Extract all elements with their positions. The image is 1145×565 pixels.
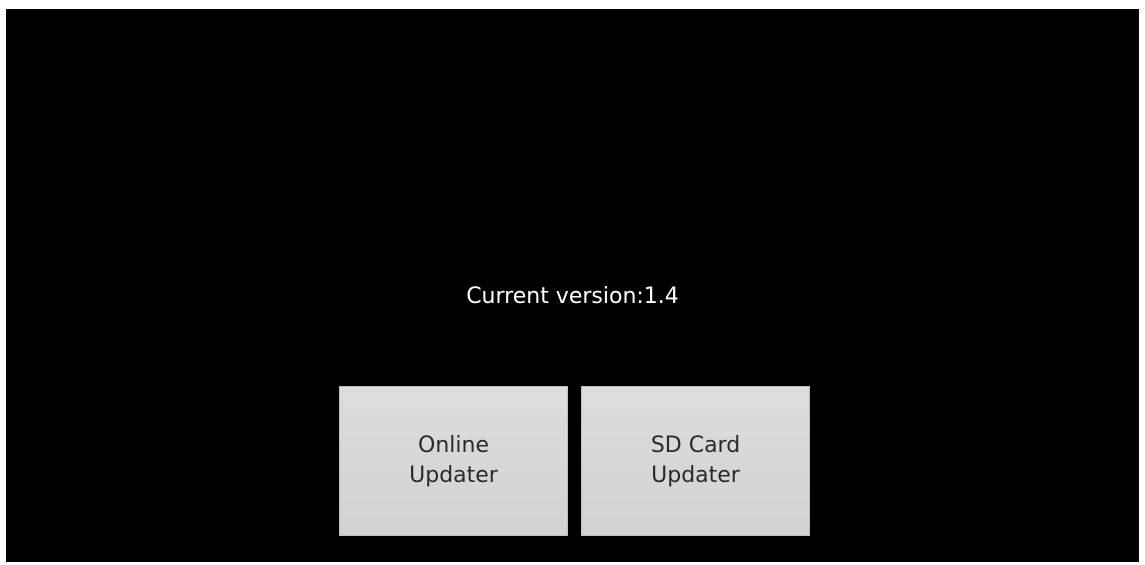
current-version-label: Current version:1.4 bbox=[466, 284, 679, 309]
online-updater-button[interactable]: Online Updater bbox=[339, 386, 568, 536]
online-updater-button-label: Online Updater bbox=[409, 433, 498, 488]
updater-screen: Current version:1.4 Online Updater SD Ca… bbox=[6, 9, 1139, 562]
sd-card-updater-button[interactable]: SD Card Updater bbox=[581, 386, 810, 536]
window-frame: Current version:1.4 Online Updater SD Ca… bbox=[0, 0, 1145, 565]
sd-card-updater-button-label: SD Card Updater bbox=[650, 433, 741, 488]
